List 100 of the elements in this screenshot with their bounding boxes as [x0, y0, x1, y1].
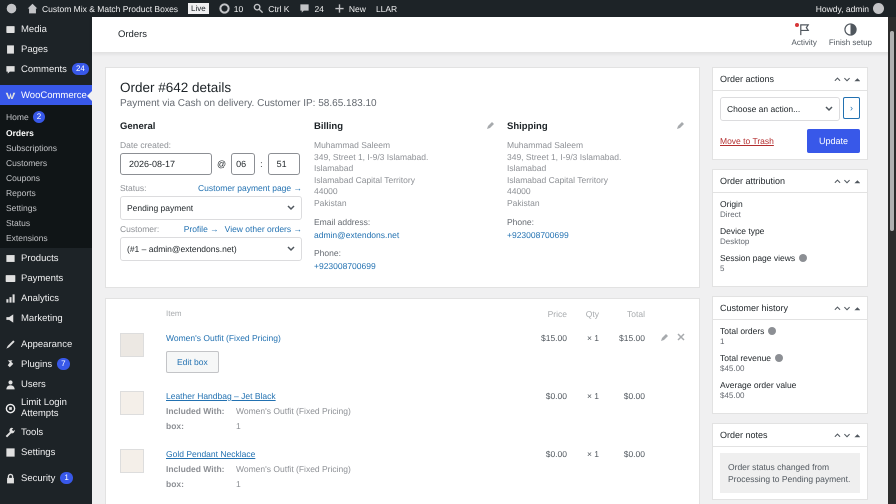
comments-link[interactable]: 24 [299, 3, 324, 14]
count-badge: 2 [32, 110, 46, 122]
sidebar-item[interactable]: Comments 24 [0, 59, 92, 79]
submenu-item[interactable]: Home 2 [0, 108, 92, 125]
help-icon[interactable] [775, 354, 784, 362]
apply-button[interactable]: › [843, 97, 860, 119]
sidebar-item[interactable]: Analytics [0, 288, 92, 308]
box-title: Customer history [720, 303, 788, 313]
field-label: Average order value [720, 380, 796, 390]
half-circle-icon [844, 22, 857, 36]
sidebar-item[interactable]: Users [0, 374, 92, 394]
sidebar-item[interactable]: Media [0, 19, 92, 39]
customer-select[interactable]: (#1 – admin@extendons.net) [120, 237, 302, 261]
collapse-controls[interactable] [834, 177, 860, 185]
contact-link[interactable]: +923008700699 [507, 230, 569, 240]
edit-box-button[interactable]: Edit box [166, 351, 219, 373]
submenu-item[interactable]: Reports [0, 185, 92, 200]
edit-icon[interactable] [677, 121, 685, 129]
sidebar-item[interactable]: Payments [0, 268, 92, 288]
contact-link[interactable]: admin@extendons.net [314, 230, 400, 240]
submenu-item[interactable]: Status [0, 215, 92, 230]
sidebar-item[interactable]: WooCommerce [0, 85, 92, 105]
collapse-controls[interactable] [834, 431, 860, 439]
field-label: Status: [120, 183, 146, 193]
contact-link[interactable]: +923008700699 [314, 261, 376, 271]
help-icon[interactable] [799, 254, 808, 262]
section-heading: Shipping [507, 121, 548, 132]
live-badge: Live [188, 3, 209, 14]
plus-icon [334, 3, 345, 14]
product-link[interactable]: Leather Handbag – Jet Black [166, 391, 276, 401]
header-action[interactable]: Activity [786, 22, 823, 46]
product-link[interactable]: Women's Outfit (Fixed Pricing) [166, 333, 281, 343]
address-text: Muhammad Saleem 349, Street 1, I-9/3 Islamabad. Islamabad Islamabad Capital Territory 44000 Pakistan [314, 140, 430, 209]
field-label: Total orders [720, 326, 764, 336]
sidebar-item[interactable]: Appearance [0, 334, 92, 354]
edit-icon[interactable] [487, 121, 495, 129]
field-label: Total revenue [720, 353, 772, 363]
sidebar-item[interactable]: Pages [0, 39, 92, 59]
dropdown-caret-icon [287, 204, 295, 212]
submenu-item[interactable]: Subscriptions [0, 140, 92, 155]
box-title: Order attribution [720, 176, 786, 186]
meta-key: Included With: [166, 406, 228, 416]
sidebar-item[interactable]: Marketing [0, 308, 92, 328]
field-value: $45.00 [720, 364, 746, 373]
sidebar-item[interactable]: Limit Login Attempts [0, 394, 92, 422]
menu-icon [5, 472, 16, 484]
trash-link[interactable]: Move to Trash [720, 136, 774, 146]
field-label: Origin [720, 199, 743, 209]
meta-value: Women's Outfit (Fixed Pricing) [236, 464, 351, 474]
submenu-item[interactable]: Orders [0, 125, 92, 140]
meta-key: box: [166, 421, 228, 431]
submenu-item[interactable]: Settings [0, 200, 92, 215]
submenu-item[interactable]: Coupons [0, 170, 92, 185]
menu-icon [5, 446, 16, 458]
photo-placeholder [120, 333, 144, 357]
collapse-controls[interactable] [834, 75, 860, 83]
column-header: Total [626, 309, 645, 319]
account-menu[interactable]: Howdy, admin [816, 3, 884, 14]
sidebar-item[interactable]: Tools [0, 422, 92, 442]
sidebar-item[interactable]: Plugins 7 [0, 354, 92, 374]
order-subtitle: Payment via Cash on delivery. Customer IP: 58.65.183.10 [120, 98, 378, 109]
menu-icon [5, 24, 16, 34]
sidebar-item[interactable]: Settings [0, 442, 92, 462]
scrollbar[interactable] [888, 17, 896, 504]
payment-page-link[interactable]: Customer payment page → [198, 183, 302, 193]
menu-icon [5, 426, 16, 438]
site-link[interactable]: Custom Mix & Match Product Boxes [27, 3, 178, 14]
hour-field[interactable]: 06 [231, 153, 256, 175]
sidebar-item[interactable]: Products [0, 248, 92, 268]
menu-icon [5, 44, 16, 54]
field-value: Desktop [720, 237, 750, 246]
date-field[interactable]: 2026-08-17 [120, 153, 212, 175]
customer-link[interactable]: Profile → [184, 224, 219, 234]
dropdown-caret-icon [825, 105, 833, 113]
menu-icon [5, 252, 16, 264]
status-select[interactable]: Pending payment [120, 196, 302, 220]
new-link[interactable]: New [334, 3, 366, 14]
header-action[interactable]: Finish setup [822, 22, 878, 46]
minute-field[interactable]: 51 [268, 153, 300, 175]
updates-link[interactable]: 10 [218, 3, 244, 14]
edit-icon[interactable] [661, 333, 669, 341]
submenu-item[interactable]: Customers [0, 155, 92, 170]
price-cell-text: $15.00 [540, 333, 567, 343]
count-badge: 1 [60, 472, 73, 484]
search-link[interactable]: Ctrl K [253, 3, 290, 14]
box-title: Order actions [720, 74, 774, 84]
customer-link[interactable]: View other orders → [224, 224, 302, 234]
product-link[interactable]: Gold Pendant Necklace [166, 449, 256, 459]
sidebar-item[interactable]: Security 1 [0, 468, 92, 488]
meta-key: Included With: [166, 464, 228, 474]
help-icon[interactable] [768, 327, 776, 335]
action-select[interactable]: Choose an action... [720, 97, 840, 121]
update-button[interactable]: Update [806, 129, 860, 153]
submenu-item[interactable]: Extensions [0, 230, 92, 245]
home-icon [27, 3, 38, 14]
delete-icon[interactable] [677, 333, 685, 341]
dropdown-caret-icon [287, 245, 295, 253]
collapse-controls[interactable] [834, 304, 860, 312]
menu-icon [5, 312, 16, 324]
plugin-link[interactable]: LLAR [376, 4, 398, 14]
